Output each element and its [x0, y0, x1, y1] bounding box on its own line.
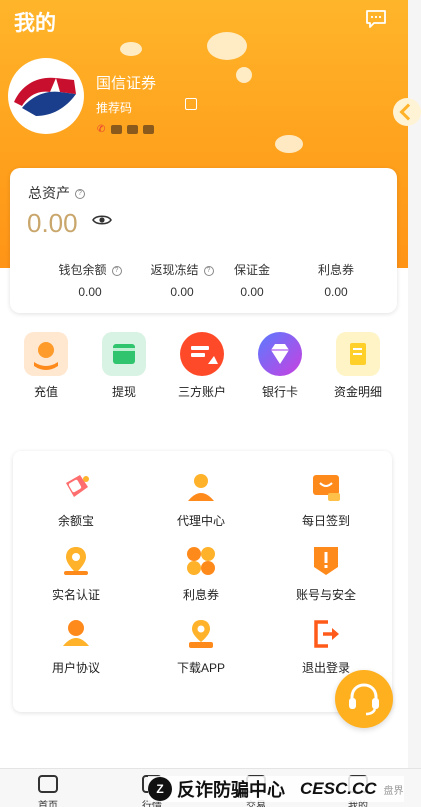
collapse-arrow-button[interactable]	[393, 98, 421, 126]
service-download-app[interactable]: 下载APP	[146, 616, 256, 676]
tab-label: 首页	[38, 801, 58, 807]
bank-card-icon	[258, 332, 302, 376]
quick-action-bank-card[interactable]: 银行卡	[245, 332, 315, 400]
service-label: 用户协议	[51, 661, 100, 675]
watermark: Z 反诈防骗中心 CESC.CC 盘界	[148, 776, 404, 802]
phone-icon: ✆	[97, 124, 106, 135]
service-interest-coupon[interactable]: 利息券	[146, 543, 256, 603]
service-label: 余额宝	[57, 514, 94, 528]
help-icon[interactable]: ?	[203, 265, 214, 276]
quick-action-label: 银行卡	[261, 385, 298, 399]
total-assets-label: 总资产	[28, 185, 70, 201]
mail-icon	[111, 125, 122, 134]
watermark-extra: 盘界	[383, 785, 404, 797]
service-label: 实名认证	[51, 588, 100, 602]
stat-value: 0.00	[240, 285, 264, 299]
stat-value: 0.00	[78, 285, 102, 299]
stat-cashback-frozen: 返现冻结? 0.00	[132, 261, 232, 299]
quick-action-withdraw[interactable]: 提现	[89, 332, 159, 400]
service-label: 下载APP	[176, 661, 225, 675]
quick-action-label: 提现	[111, 385, 136, 399]
stat-value: 0.00	[170, 285, 194, 299]
message-icon[interactable]	[365, 9, 387, 29]
copy-icon[interactable]	[185, 98, 197, 110]
brand-logo-icon	[14, 77, 76, 116]
tab-home[interactable]: 首页	[18, 775, 78, 807]
stat-label: 保证金	[233, 263, 270, 277]
help-icon[interactable]: ?	[111, 265, 122, 276]
stat-label: 利息券	[317, 263, 354, 277]
total-assets-value: 0.00	[27, 208, 78, 238]
eye-icon[interactable]	[92, 213, 112, 227]
watermark-text: 反诈防骗中心	[177, 780, 285, 800]
real-name-auth-icon	[58, 543, 94, 579]
watermark-brand: CESC.CC	[300, 779, 377, 798]
home-icon	[38, 775, 58, 793]
user-agreement-icon	[58, 616, 94, 652]
service-daily-checkin[interactable]: 每日签到	[271, 469, 381, 529]
quick-action-label: 三方账户	[177, 385, 226, 399]
service-label: 利息券	[182, 588, 219, 602]
stat-wallet-balance: 钱包余额? 0.00	[40, 261, 140, 299]
recharge-icon	[24, 332, 68, 376]
logout-icon	[308, 616, 344, 652]
referral-code-label: 推荐码	[96, 101, 133, 115]
user-name: 国信证券	[96, 75, 157, 92]
third-party-account-icon	[180, 332, 224, 376]
service-label: 每日签到	[301, 514, 350, 528]
service-real-name-auth[interactable]: 实名认证	[21, 543, 131, 603]
help-icon[interactable]: ?	[75, 189, 85, 200]
quick-action-fund-details[interactable]: 资金明细	[323, 332, 393, 400]
headset-icon	[349, 683, 379, 716]
service-label: 代理中心	[176, 514, 225, 528]
quick-action-label: 充值	[33, 385, 58, 399]
stat-label: 钱包余额	[58, 263, 107, 277]
service-agent-center[interactable]: 代理中心	[146, 469, 256, 529]
interest-coupon-icon	[183, 543, 219, 579]
quick-action-recharge[interactable]: 充值	[11, 332, 81, 400]
avatar[interactable]	[8, 58, 84, 134]
quick-actions: 充值 提现 三方账户 银行卡 资金明细	[0, 332, 408, 402]
cloud-decoration	[236, 67, 252, 83]
withdraw-icon	[102, 332, 146, 376]
service-user-agreement[interactable]: 用户协议	[21, 616, 131, 676]
cloud-decoration	[207, 32, 247, 60]
cloud-decoration	[120, 42, 142, 56]
contact-icons: ✆	[97, 124, 154, 135]
quick-action-third-party-account[interactable]: 三方账户	[167, 332, 237, 400]
watermark-logo-icon: Z	[148, 777, 172, 801]
yuebao-icon	[58, 469, 94, 505]
stat-interest-coupon: 利息券 0.00	[306, 261, 366, 299]
page-title: 我的	[14, 12, 56, 35]
asset-card: 总资产? 0.00 钱包余额? 0.00 返现冻结? 0.00 保证金 0.00…	[10, 168, 397, 313]
service-label: 账号与安全	[295, 588, 356, 602]
stat-label: 返现冻结	[150, 263, 199, 277]
quick-action-label: 资金明细	[333, 385, 382, 399]
cloud-decoration	[275, 135, 303, 153]
customer-support-button[interactable]	[335, 670, 393, 728]
fund-details-icon	[336, 332, 380, 376]
id-card-icon	[143, 125, 154, 134]
download-app-icon	[183, 616, 219, 652]
agent-center-icon	[183, 469, 219, 505]
total-assets-heading: 总资产?	[28, 183, 85, 203]
stat-deposit: 保证金 0.00	[222, 261, 282, 299]
service-account-security[interactable]: 账号与安全	[271, 543, 381, 603]
stat-value: 0.00	[324, 285, 348, 299]
card-icon	[127, 125, 138, 134]
service-logout[interactable]: 退出登录	[271, 616, 381, 676]
service-yuebao[interactable]: 余额宝	[21, 469, 131, 529]
account-security-icon	[308, 543, 344, 579]
daily-checkin-icon	[308, 469, 344, 505]
